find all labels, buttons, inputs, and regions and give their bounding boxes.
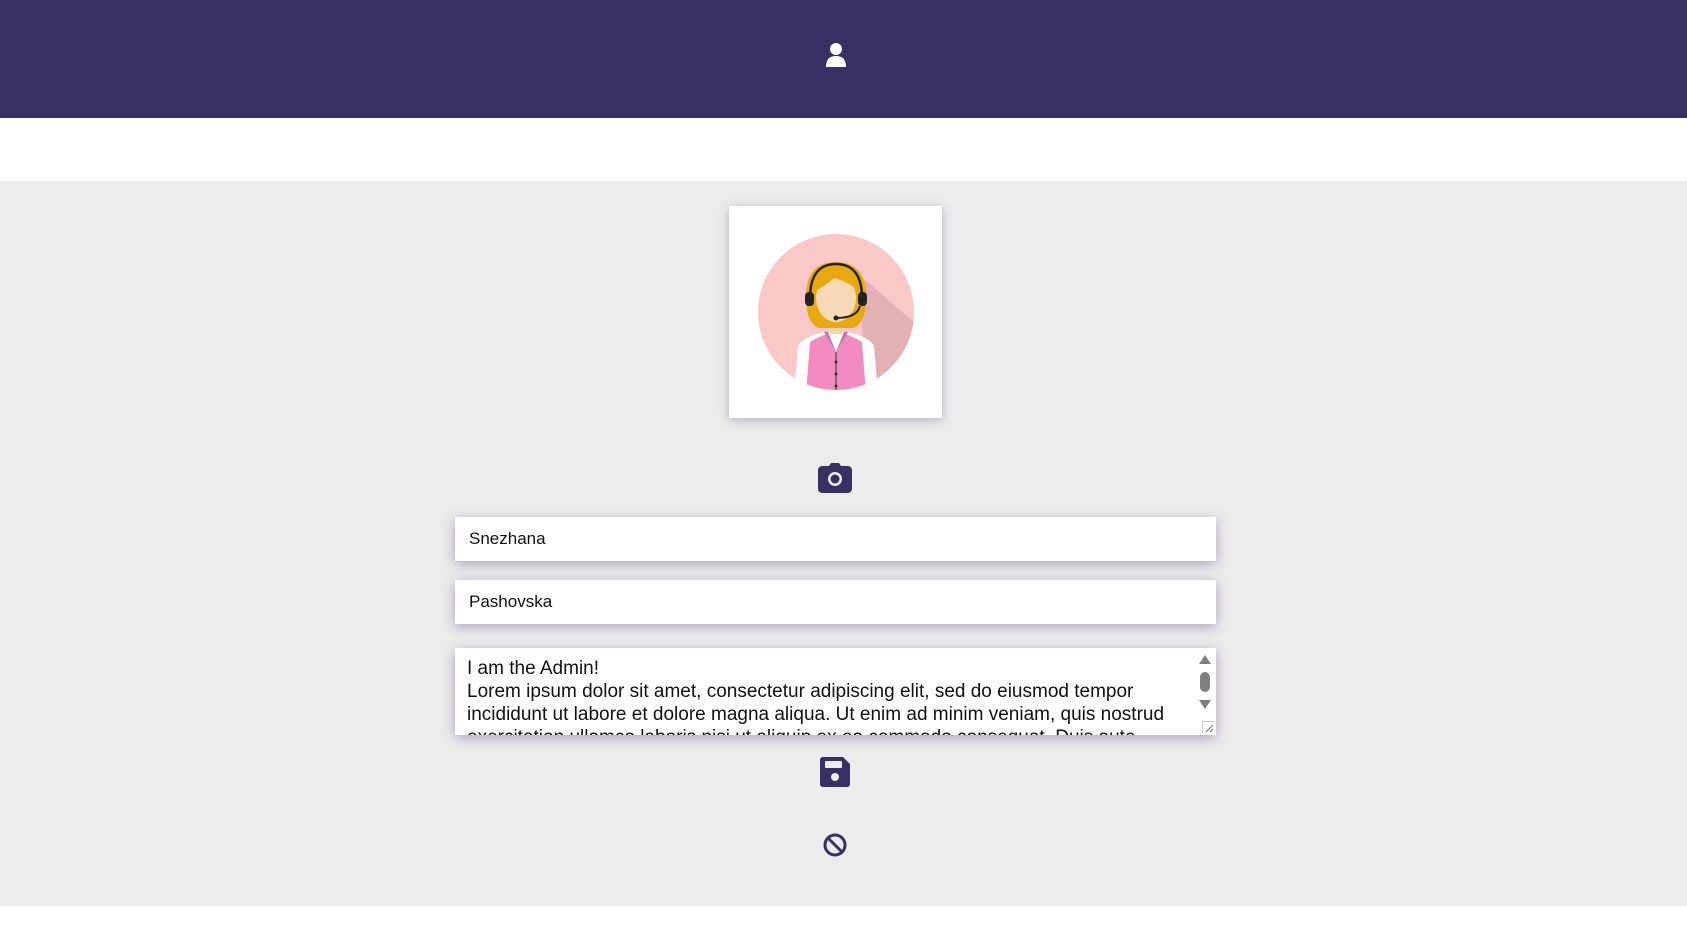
ban-icon [823,833,847,857]
scroll-down-arrow-icon[interactable] [1199,700,1211,709]
header-spacer [0,118,1687,181]
top-navigation-bar [0,0,1687,118]
support-agent-avatar [758,234,914,390]
bio-text[interactable]: I am the Admin! Lorem ipsum dolor sit am… [467,657,1182,735]
footer-spacer [0,906,1687,949]
scroll-thumb[interactable] [1200,672,1210,692]
save-button[interactable] [820,757,850,787]
change-photo-button[interactable] [818,463,852,493]
camera-icon [818,463,852,493]
last-name-input[interactable] [455,580,1216,624]
scroll-up-arrow-icon[interactable] [1199,655,1211,664]
floppy-disk-icon [820,757,850,787]
cancel-button[interactable] [823,833,847,857]
avatar-card [729,206,942,418]
first-name-input[interactable] [455,517,1216,561]
resize-handle-icon[interactable] [1202,721,1214,733]
bio-textarea[interactable]: I am the Admin! Lorem ipsum dolor sit am… [455,648,1216,735]
user-icon[interactable] [825,43,847,67]
